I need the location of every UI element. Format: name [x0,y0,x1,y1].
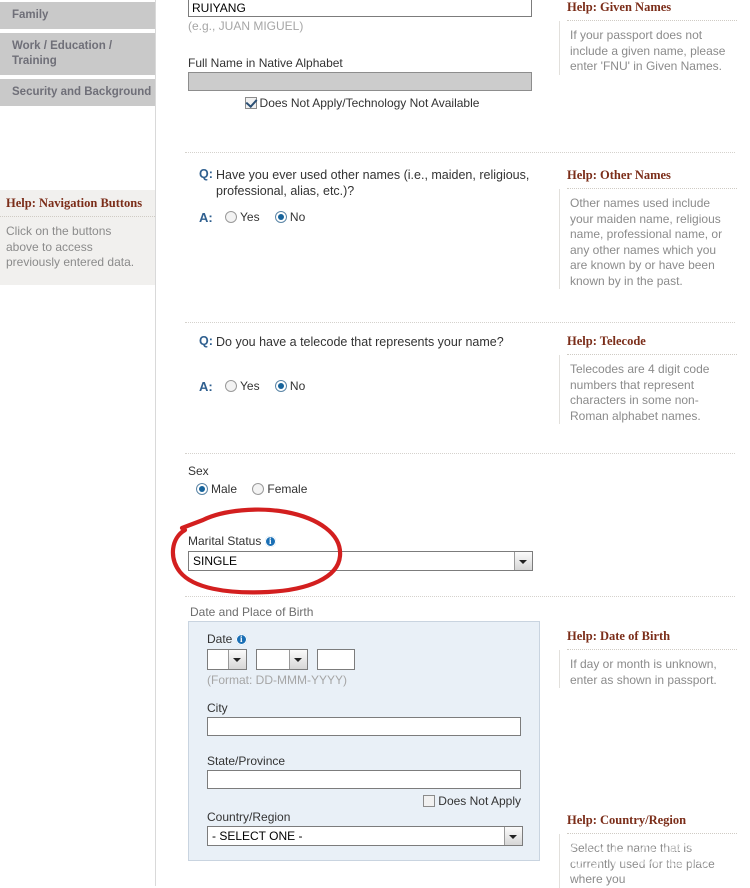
birth-day-select[interactable] [207,649,247,670]
chevron-down-icon[interactable] [228,650,246,669]
birth-date-format-hint: (Format: DD-MMM-YYYY) [207,673,347,687]
help-panel-body: Telecodes are 4 digit code numbers that … [559,355,737,424]
chevron-down-icon[interactable] [514,552,532,570]
marital-status-label: Marital Status i [188,534,533,548]
right-help-column: Help: Given Names If your passport does … [540,0,750,888]
help-panel-title: Help: Given Names [567,0,737,21]
sex-female-label[interactable]: Female [267,482,307,496]
section-divider [185,152,545,153]
native-alphabet-label: Full Name in Native Alphabet [188,56,343,70]
chevron-down-icon[interactable] [504,827,522,845]
section-divider [185,322,545,323]
telecode-yes-radio[interactable] [225,380,237,392]
birth-date-label-text: Date [207,632,233,646]
birth-state-input[interactable] [207,770,521,789]
question-prefix: Q: [199,334,213,348]
telecode-question-text: Do you have a telecode that represents y… [216,335,504,349]
help-panel-telecode: Help: Telecode Telecodes are 4 digit cod… [557,334,737,424]
sex-female-radio[interactable] [252,483,265,495]
sex-male-radio[interactable] [196,483,208,495]
native-alphabet-input[interactable] [188,72,532,91]
telecode-answer-row: A: Yes No [199,379,544,394]
marital-status-value: SINGLE [193,554,238,568]
telecode-question-row: Q: Do you have a telecode that represent… [199,334,544,350]
sidebar-item-label: Family [12,9,49,21]
other-names-no-radio[interactable] [274,211,287,223]
sex-male-label[interactable]: Male [211,482,237,496]
birth-date-row [207,649,539,670]
help-panel-other-names: Help: Other Names Other names used inclu… [557,168,737,289]
help-panel-given-names: Help: Given Names If your passport does … [557,0,737,75]
sex-label: Sex [188,464,209,478]
help-panel-title: Help: Date of Birth [567,629,737,650]
other-names-question-text: Have you ever used other names (i.e., ma… [216,168,530,198]
help-panel-title: Help: Other Names [567,168,737,189]
section-divider [185,596,545,597]
answer-prefix: A: [199,379,213,394]
birth-fieldset: Date i (Format: DD-MMM-YYYY) City State/… [188,621,540,861]
help-panel-body: If your passport does not include a give… [559,21,737,75]
help-panel-body: If day or month is unknown, enter as sho… [559,650,737,688]
help-panel-country-region: Help: Country/Region Select the name tha… [557,813,737,888]
help-divider [540,596,735,597]
birth-state-does-not-apply-checkbox[interactable] [423,795,436,807]
other-names-yes-radio[interactable] [225,211,237,223]
navigation-help-title: Help: Navigation Buttons [0,190,155,217]
question-prefix: Q: [199,167,213,181]
sidebar-item-family[interactable]: Family [0,2,155,29]
birth-year-input[interactable] [316,649,355,670]
birth-state-does-not-apply-label[interactable]: Does Not Apply [438,794,521,808]
navigation-help-body: Click on the buttons above to access pre… [6,224,135,269]
section-divider [185,453,545,454]
marital-status-select[interactable]: SINGLE [188,551,533,571]
help-divider [540,322,735,323]
given-names-input[interactable] [188,0,532,17]
given-names-example: (e.g., JUAN MIGUEL) [188,19,304,33]
other-names-question-row: Q: Have you ever used other names (i.e.,… [199,167,544,199]
sidebar-item-label: Work / Education / Training [12,40,113,67]
info-icon[interactable]: i [235,634,247,645]
help-panel-title: Help: Telecode [567,334,737,355]
birth-city-input[interactable] [207,717,521,736]
birth-country-value: - SELECT ONE - [212,829,303,843]
other-names-no-label[interactable]: No [290,210,305,224]
other-names-yes-label[interactable]: Yes [240,210,260,224]
sidebar-item-label: Security and Background [12,86,152,98]
birth-country-select[interactable]: - SELECT ONE - [207,826,523,846]
birth-state-does-not-apply-row: Does Not Apply [207,794,521,808]
birth-city-label: City [207,701,228,715]
birth-month-select[interactable] [256,649,309,670]
telecode-no-label[interactable]: No [290,379,305,393]
help-divider [540,453,735,454]
telecode-no-radio[interactable] [274,380,287,392]
birth-state-label: State/Province [207,754,286,768]
sidebar-item-security-and-background[interactable]: Security and Background [0,79,155,106]
help-panel-body: Select the name that is currently used f… [559,834,737,888]
answer-prefix: A: [199,210,213,225]
birth-fieldset-legend: Date and Place of Birth [190,605,314,619]
native-alphabet-does-not-apply-checkbox[interactable] [244,97,257,109]
left-sidebar: Family Work / Education / Training Secur… [0,0,156,886]
help-panel-title: Help: Country/Region [567,813,737,834]
help-divider [540,152,735,153]
marital-status-label-text: Marital Status [188,534,262,548]
native-alphabet-does-not-apply-label[interactable]: Does Not Apply/Technology Not Available [260,96,480,110]
birth-country-label: Country/Region [207,810,291,824]
help-panel-date-of-birth: Help: Date of Birth If day or month is u… [557,629,737,688]
help-panel-body: Other names used include your maiden nam… [559,189,737,289]
info-icon[interactable]: i [264,536,276,547]
main-form-column: (e.g., JUAN MIGUEL) Full Name in Native … [175,0,550,886]
chevron-down-icon[interactable] [289,650,308,669]
telecode-yes-label[interactable]: Yes [240,379,260,393]
navigation-help-panel: Help: Navigation Buttons Click on the bu… [0,190,155,285]
other-names-answer-row: A: Yes No [199,210,544,225]
sidebar-item-work-education-training[interactable]: Work / Education / Training [0,33,155,75]
birth-date-label: Date i [207,632,539,646]
